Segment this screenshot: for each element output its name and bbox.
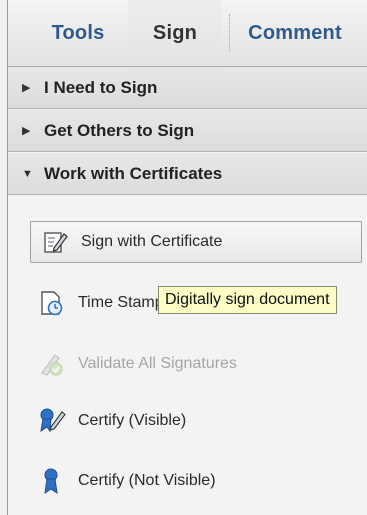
tab-tools[interactable]: Tools [28,0,128,66]
panel-header-i-need-to-sign[interactable]: ▶ I Need to Sign [8,67,367,109]
ribbon-icon [38,467,66,495]
collapsed-triangle-icon: ▶ [22,125,31,137]
tool-label: Validate All Signatures [78,355,237,372]
validate-all-signatures-button[interactable]: Validate All Signatures [38,344,363,384]
expanded-triangle-icon: ▼ [22,167,33,180]
sign-pane: Tools Sign Comment ▶ I Need to Sign ▶ Ge… [7,0,367,515]
tab-bar: Tools Sign Comment [8,0,367,67]
certify-not-visible-button[interactable]: Certify (Not Visible) [38,461,363,501]
tool-label: Sign with Certificate [81,233,223,250]
panel-header-label: Work with Certificates [44,163,223,183]
collapsed-triangle-icon: ▶ [22,82,31,94]
tool-label: Certify (Visible) [78,412,187,429]
ribbon-pen-icon [38,407,66,435]
panel-header-label: I Need to Sign [44,77,158,97]
validate-signatures-icon [38,350,66,378]
tab-comment[interactable]: Comment [222,0,367,66]
panel-header-get-others-to-sign[interactable]: ▶ Get Others to Sign [8,110,367,152]
clock-document-icon [38,289,66,317]
tab-sign[interactable]: Sign [128,0,222,66]
panel-header-label: Get Others to Sign [44,120,195,140]
tool-label: Certify (Not Visible) [78,472,216,489]
pen-on-document-icon [41,228,69,256]
sign-with-certificate-button[interactable]: Sign with Certificate [30,221,362,263]
tooltip: Digitally sign document [158,286,337,314]
certify-visible-button[interactable]: Certify (Visible) [38,401,363,441]
panel-header-work-with-certificates[interactable]: ▼ Work with Certificates [8,153,367,195]
